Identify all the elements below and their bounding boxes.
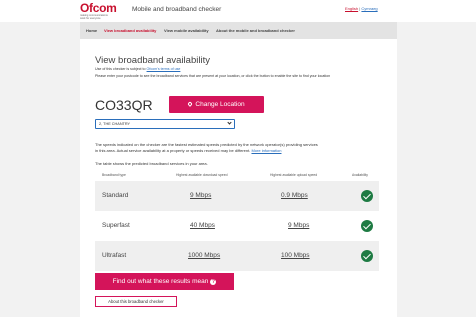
available-check-icon — [361, 250, 373, 262]
nav-about-checker[interactable]: About the mobile and broadband checker — [216, 22, 295, 39]
speed-disclaimer-text: in this area. Actual service availabilit… — [95, 148, 251, 153]
broadband-type: Standard — [102, 192, 129, 199]
chevron-down-icon — [227, 120, 232, 125]
header-download-speed: Highest available download speed — [176, 173, 228, 177]
upload-speed: 0.9 Mbps — [281, 192, 308, 199]
logo-wordmark: Ofcom — [80, 1, 117, 15]
download-speed: 1000 Mbps — [188, 252, 221, 259]
question-icon: ? — [210, 279, 217, 285]
table-row: Superfast 40 Mbps 9 Mbps — [95, 211, 379, 241]
broadband-type: Superfast — [102, 222, 130, 229]
app-title: Mobile and broadband checker — [132, 6, 222, 13]
change-location-button[interactable]: Change Location — [169, 96, 264, 113]
postcode-display: CO33QR — [95, 97, 153, 113]
postcode-instructions: Please enter your postcode to see the br… — [95, 74, 331, 78]
terms-of-use-link[interactable]: Ofcom's terms of use — [147, 67, 181, 71]
nav-mobile-availability[interactable]: View mobile availability — [164, 22, 209, 39]
results-meaning-button[interactable]: Find out what these results mean? — [95, 273, 234, 290]
download-speed: 40 Mbps — [190, 222, 215, 229]
nav-broadband-availability[interactable]: View broadband availability — [104, 22, 156, 39]
table-row: Ultrafast 1000 Mbps 100 Mbps — [95, 241, 379, 271]
lang-english-link[interactable]: English — [345, 6, 358, 11]
available-check-icon — [361, 190, 373, 202]
language-switcher: English | Cymraeg — [345, 6, 378, 11]
table-row: Standard 9 Mbps 0.9 Mbps — [95, 181, 379, 211]
logo-tagline: making communications work for everyone — [80, 14, 108, 20]
broadband-type: Ultrafast — [102, 252, 127, 259]
nav-home[interactable]: Home — [86, 22, 97, 39]
lang-cymraeg-link[interactable]: Cymraeg — [361, 6, 377, 11]
upload-speed: 100 Mbps — [281, 252, 310, 259]
speed-disclaimer-line2: in this area. Actual service availabilit… — [95, 148, 281, 153]
location-pin-icon — [187, 101, 194, 107]
about-checker-button[interactable]: About this broadband checker — [95, 296, 177, 307]
main-nav: Home View broadband availability View mo… — [80, 22, 397, 39]
terms-notice: Use of this checker is subject to Ofcom'… — [95, 67, 180, 71]
page-title: View broadband availability — [95, 55, 210, 66]
header-availability: Availability — [352, 173, 368, 177]
results-meaning-label: Find out what these results mean — [112, 278, 209, 285]
speed-disclaimer-line1: The speeds indicated on the checker are … — [95, 142, 318, 147]
download-speed: 9 Mbps — [190, 192, 212, 199]
terms-prefix: Use of this checker is subject to — [95, 67, 146, 71]
address-selected-value: 2, THE CHANTRY — [99, 122, 131, 126]
header-broadband-type: Broadband type — [102, 173, 126, 177]
address-select[interactable]: 2, THE CHANTRY — [95, 119, 235, 129]
table-intro: The table shows the predicted broadband … — [95, 161, 208, 166]
header-upload-speed: Highest available upload speed — [270, 173, 318, 177]
ofcom-logo[interactable]: Ofcom making communications work for eve… — [80, 2, 117, 20]
top-header: Ofcom making communications work for eve… — [0, 0, 476, 22]
more-information-link[interactable]: More information — [251, 148, 281, 153]
available-check-icon — [361, 220, 373, 232]
upload-speed: 9 Mbps — [288, 222, 310, 229]
content-card: View broadband availability Use of this … — [80, 39, 397, 317]
change-location-label: Change Location — [195, 101, 245, 108]
